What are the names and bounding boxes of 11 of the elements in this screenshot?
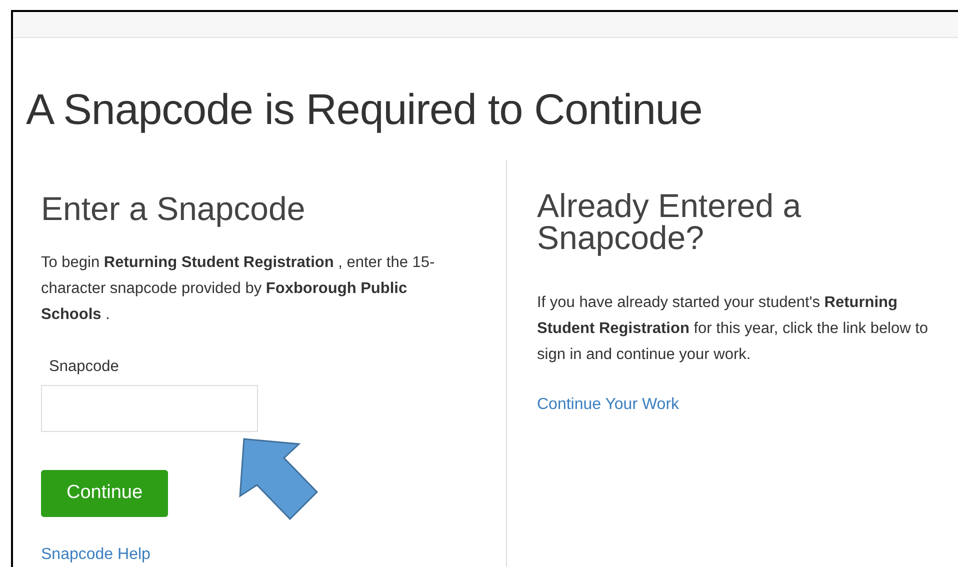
field-label: Snapcode xyxy=(49,357,120,377)
section-heading: Already Entered a Snapcode? xyxy=(537,190,802,254)
continue-button[interactable]: Continue xyxy=(41,470,168,517)
description-text: If you have already started your student's Returning Student Registration for this year, click the link below to sign in and continue your work. xyxy=(537,293,930,365)
instruction-text: To begin Returning Student Registration , enter the 15-character snapcode provided by Foxborough Public Schools . xyxy=(41,253,436,325)
section-heading: Enter a Snapcode xyxy=(41,190,306,228)
continue-work-link[interactable]: Continue Your Work xyxy=(537,393,680,417)
page-title: A Snapcode is Required to Continue xyxy=(26,86,704,134)
arrow-icon xyxy=(239,438,319,520)
snapcode-field[interactable] xyxy=(41,385,258,432)
help-link[interactable]: Snapcode Help xyxy=(41,543,150,567)
